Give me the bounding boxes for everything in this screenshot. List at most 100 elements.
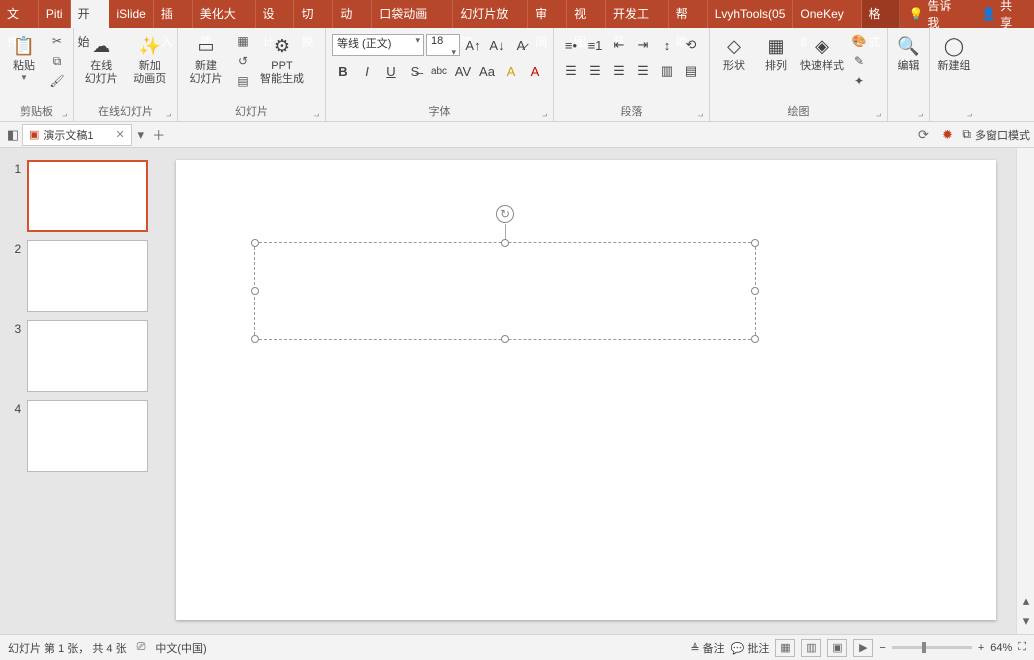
tab-insert[interactable]: 插入 bbox=[154, 0, 193, 28]
thumbnail-row[interactable]: 1 bbox=[0, 156, 156, 236]
underline-button[interactable]: U bbox=[380, 60, 402, 82]
new-slide-button[interactable]: ▭ 新建 幻灯片 bbox=[182, 30, 230, 90]
tab-animation[interactable]: 动画 bbox=[333, 0, 372, 28]
font-size-select[interactable]: 18 bbox=[426, 34, 460, 56]
online-slide-button[interactable]: ☁ 在线 幻灯片 bbox=[78, 30, 125, 90]
increase-font-button[interactable]: A↑ bbox=[462, 34, 484, 56]
dec-indent-button[interactable]: ⇤ bbox=[608, 34, 630, 56]
change-case-button[interactable]: Aa bbox=[476, 60, 498, 82]
numbering-button[interactable]: ≡1 bbox=[584, 34, 606, 56]
slide-canvas[interactable]: ↻ bbox=[156, 148, 1016, 634]
edit-button[interactable]: 🔍 编辑 bbox=[892, 30, 925, 77]
prev-slide-icon[interactable]: ▴ bbox=[1017, 592, 1034, 610]
zoom-slider[interactable] bbox=[892, 646, 972, 649]
line-spacing-button[interactable]: ↕ bbox=[656, 34, 678, 56]
text-direction-button[interactable]: ⟲ bbox=[680, 34, 702, 56]
resize-handle-nw[interactable] bbox=[251, 239, 259, 247]
tab-format[interactable]: 格式 bbox=[862, 0, 901, 28]
resize-handle-ne[interactable] bbox=[751, 239, 759, 247]
layout-button[interactable]: ▦ bbox=[234, 32, 252, 50]
tab-home[interactable]: 开始 bbox=[71, 0, 110, 28]
char-spacing-button[interactable]: AV bbox=[452, 60, 474, 82]
zoom-out-button[interactable]: − bbox=[879, 642, 885, 654]
highlight-button[interactable]: A bbox=[500, 60, 522, 82]
sorter-view-button[interactable]: ▥ bbox=[801, 639, 821, 657]
resize-handle-e[interactable] bbox=[751, 287, 759, 295]
comments-button[interactable]: 💬 批注 bbox=[731, 640, 770, 656]
thumbnail-row[interactable]: 3 bbox=[0, 316, 156, 396]
thumbnail[interactable] bbox=[27, 400, 148, 472]
section-button[interactable]: ▤ bbox=[234, 72, 252, 90]
thumbnail[interactable] bbox=[27, 240, 148, 312]
ppt-ai-button[interactable]: ⚙ PPT 智能生成 bbox=[256, 30, 308, 90]
tab-design[interactable]: 设计 bbox=[256, 0, 295, 28]
italic-button[interactable]: I bbox=[356, 60, 378, 82]
share-button[interactable]: 👤 共享 bbox=[971, 0, 1034, 31]
zoom-thumb[interactable] bbox=[922, 642, 926, 653]
inc-indent-button[interactable]: ⇥ bbox=[632, 34, 654, 56]
nav-back-icon[interactable]: ◧ bbox=[4, 126, 22, 144]
slideshow-view-button[interactable]: ▶ bbox=[853, 639, 873, 657]
clear-format-button[interactable]: A̷ bbox=[510, 34, 532, 56]
columns-button[interactable]: ▥ bbox=[656, 60, 678, 82]
language-label[interactable]: 中文(中国) bbox=[155, 640, 206, 656]
tell-me[interactable]: 💡 告诉我 bbox=[900, 0, 971, 31]
tab-transition[interactable]: 切换 bbox=[294, 0, 333, 28]
tab-pocket-anim[interactable]: 口袋动画 PA bbox=[372, 0, 453, 28]
normal-view-button[interactable]: ▦ bbox=[775, 639, 795, 657]
tab-piti[interactable]: Piti bbox=[39, 0, 71, 28]
zoom-in-button[interactable]: + bbox=[978, 642, 984, 654]
align-left-button[interactable]: ☰ bbox=[560, 60, 582, 82]
thumbnail[interactable] bbox=[27, 160, 148, 232]
align-right-button[interactable]: ☰ bbox=[608, 60, 630, 82]
cut-button[interactable]: ✂ bbox=[48, 32, 66, 50]
shapes-button[interactable]: ◇ 形状 bbox=[714, 30, 754, 77]
resize-handle-se[interactable] bbox=[751, 335, 759, 343]
new-anim-page-button[interactable]: ✨ 新加 动画页 bbox=[127, 30, 174, 90]
copy-button[interactable]: ⧉ bbox=[48, 52, 66, 70]
decrease-font-button[interactable]: A↓ bbox=[486, 34, 508, 56]
settings-icon[interactable]: ✹ bbox=[938, 126, 956, 144]
justify-button[interactable]: ☰ bbox=[632, 60, 654, 82]
spellcheck-icon[interactable]: ⎚ bbox=[137, 641, 146, 654]
tab-islide[interactable]: iSlide bbox=[109, 0, 153, 28]
next-slide-icon[interactable]: ▾ bbox=[1017, 612, 1034, 630]
document-tab[interactable]: ▣ 演示文稿1 ✕ bbox=[22, 124, 132, 146]
bold-button[interactable]: B bbox=[332, 60, 354, 82]
thumbnail-row[interactable]: 4 bbox=[0, 396, 156, 476]
resize-handle-w[interactable] bbox=[251, 287, 259, 295]
rotate-handle[interactable]: ↻ bbox=[496, 205, 514, 223]
font-name-select[interactable]: 等线 (正文) bbox=[332, 34, 424, 56]
shadow-button[interactable]: abc bbox=[428, 60, 450, 82]
tab-developer[interactable]: 开发工具 bbox=[606, 0, 669, 28]
tab-help[interactable]: 帮助 bbox=[669, 0, 708, 28]
tab-menu-icon[interactable]: ▾ bbox=[132, 126, 150, 144]
format-painter-button[interactable]: 🖌 bbox=[48, 72, 66, 90]
shape-effects-button[interactable]: ✦ bbox=[850, 72, 868, 90]
font-color-button[interactable]: A bbox=[524, 60, 546, 82]
thumbnail-row[interactable]: 2 bbox=[0, 236, 156, 316]
strikethrough-button[interactable]: S̶ bbox=[404, 60, 426, 82]
smartart-button[interactable]: ▤ bbox=[680, 60, 702, 82]
bullets-button[interactable]: ≡• bbox=[560, 34, 582, 56]
tab-onekey[interactable]: OneKey 8 bbox=[793, 0, 861, 28]
tab-file[interactable]: 文件 bbox=[0, 0, 39, 28]
tab-view[interactable]: 视图 bbox=[567, 0, 606, 28]
zoom-level[interactable]: 64% bbox=[990, 642, 1012, 654]
text-box-selection[interactable]: ↻ bbox=[254, 242, 756, 340]
align-center-button[interactable]: ☰ bbox=[584, 60, 606, 82]
paste-button[interactable]: 📋 粘贴 ▼ bbox=[4, 30, 44, 86]
notes-button[interactable]: ≜ 备注 bbox=[690, 640, 724, 656]
add-tab-icon[interactable]: ＋ bbox=[150, 126, 168, 144]
arrange-button[interactable]: ▦ 排列 bbox=[756, 30, 796, 77]
resize-handle-sw[interactable] bbox=[251, 335, 259, 343]
resize-handle-n[interactable] bbox=[501, 239, 509, 247]
slide[interactable]: ↻ bbox=[176, 160, 996, 620]
reading-view-button[interactable]: ▣ bbox=[827, 639, 847, 657]
shape-outline-button[interactable]: ✎ bbox=[850, 52, 868, 70]
tab-slideshow[interactable]: 幻灯片放映 bbox=[453, 0, 528, 28]
reset-button[interactable]: ↺ bbox=[234, 52, 252, 70]
quick-styles-button[interactable]: ◈ 快速样式 bbox=[798, 30, 846, 77]
vertical-scrollbar[interactable]: ▴ ▾ bbox=[1016, 148, 1034, 634]
close-tab-icon[interactable]: ✕ bbox=[116, 128, 125, 141]
